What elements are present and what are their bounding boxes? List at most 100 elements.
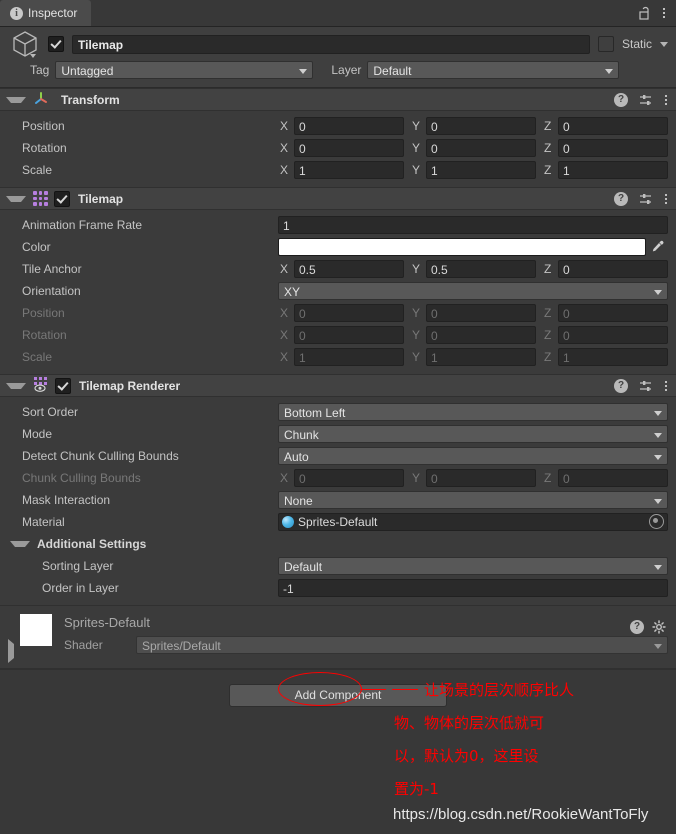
kebab-menu-icon[interactable] — [664, 380, 668, 391]
component-title: Transform — [61, 92, 120, 107]
rotation-z-input[interactable]: 0 — [558, 138, 668, 157]
orientation-position-z-input: 0 — [558, 303, 668, 322]
animation-frame-rate-input[interactable]: 1 — [278, 215, 668, 234]
help-icon[interactable]: ? — [614, 191, 628, 206]
row-chunk-culling-bounds: Chunk Culling Bounds X 0 Y 0 Z 0 — [8, 467, 668, 488]
orientation-scale-x-input: 1 — [294, 347, 404, 366]
component-header-transform[interactable]: Transform ? — [0, 88, 676, 111]
row-sorting-layer: Sorting Layer Default — [8, 555, 668, 576]
static-checkbox[interactable] — [597, 36, 614, 52]
scale-z-input[interactable]: 1 — [558, 160, 668, 179]
detect-chunk-culling-bounds-dropdown[interactable]: Auto — [278, 446, 668, 465]
help-icon[interactable]: ? — [614, 378, 628, 393]
help-icon[interactable]: ? — [630, 620, 644, 634]
material-foldout[interactable] — [8, 614, 20, 663]
axis-label-x: X — [280, 305, 289, 320]
row-rotation: Rotation X 0 Y 0 Z 0 — [8, 137, 668, 158]
tab-inspector[interactable]: i Inspector — [0, 0, 92, 26]
gameobject-name-input[interactable]: Tilemap — [72, 34, 590, 54]
axis-label-z: Z — [544, 305, 552, 320]
shader-label: Shader — [64, 638, 103, 652]
axis-label-z: Z — [544, 162, 552, 177]
sorting-layer-dropdown[interactable]: Default — [278, 556, 668, 575]
component-header-tilemap[interactable]: Tilemap ? — [0, 187, 676, 210]
preset-icon[interactable] — [639, 379, 653, 393]
foldout-additional-settings-icon[interactable] — [10, 540, 30, 547]
triangle-right-icon[interactable] — [8, 639, 14, 663]
tilemap-grid-icon — [33, 191, 48, 206]
inspector-tabbar: i Inspector — [0, 0, 676, 27]
row-order-in-layer: Order in Layer -1 — [8, 577, 668, 598]
tabbar-actions — [638, 0, 676, 26]
eyedropper-icon[interactable] — [646, 238, 668, 256]
color-swatch[interactable] — [278, 237, 646, 256]
material-object-field[interactable]: Sprites-Default — [278, 512, 668, 531]
shader-dropdown[interactable]: Sprites/Default — [136, 636, 668, 654]
position-y-input[interactable]: 0 — [426, 116, 536, 135]
scale-x-input[interactable]: 1 — [294, 160, 404, 179]
row-animation-frame-rate: Animation Frame Rate 1 — [8, 214, 668, 235]
axis-label-x: X — [280, 470, 289, 485]
row-orientation: Orientation XY — [8, 280, 668, 301]
orientation-dropdown[interactable]: XY — [278, 281, 668, 300]
row-detect-chunk-culling-bounds: Detect Chunk Culling Bounds Auto — [8, 445, 668, 466]
foldout-tilemap-icon[interactable] — [6, 195, 26, 202]
gear-icon[interactable] — [652, 620, 666, 634]
preset-icon[interactable] — [639, 93, 653, 107]
tag-dropdown[interactable]: Untagged — [55, 61, 314, 79]
lock-open-icon[interactable] — [638, 6, 652, 20]
rotation-x-input[interactable]: 0 — [294, 138, 404, 157]
row-color: Color — [8, 236, 668, 257]
kebab-menu-icon[interactable] — [664, 193, 668, 204]
orientation-position-y-input: 0 — [426, 303, 536, 322]
row-additional-settings[interactable]: Additional Settings — [8, 533, 668, 554]
tile-anchor-z-input[interactable]: 0 — [558, 259, 668, 278]
foldout-transform-icon[interactable] — [6, 96, 26, 103]
axis-label-x: X — [280, 261, 289, 276]
row-orientation-position: Position X 0 Y 0 Z 0 — [8, 302, 668, 323]
material-preview-block: Sprites-Default Shader Sprites/Default ? — [0, 605, 676, 669]
gameobject-enabled-checkbox[interactable] — [48, 36, 64, 52]
mode-dropdown[interactable]: Chunk — [278, 424, 668, 443]
object-picker-icon[interactable] — [649, 514, 664, 529]
tile-anchor-y-input[interactable]: 0.5 — [426, 259, 536, 278]
add-component-button[interactable]: Add Component — [229, 684, 447, 707]
row-label: Sort Order — [22, 404, 79, 419]
sort-order-dropdown[interactable]: Bottom Left — [278, 402, 668, 421]
material-preview-swatch — [20, 614, 52, 646]
scale-y-input[interactable]: 1 — [426, 160, 536, 179]
tile-anchor-x-input[interactable]: 0.5 — [294, 259, 404, 278]
row-position: Position X 0 Y 0 Z 0 — [8, 115, 668, 136]
layer-dropdown[interactable]: Default — [367, 61, 620, 79]
info-icon: i — [10, 6, 23, 20]
chunk-culling-bounds-y-input: 0 — [426, 468, 536, 487]
chunk-culling-bounds-x-input: 0 — [294, 468, 404, 487]
help-icon[interactable]: ? — [614, 92, 628, 107]
tilemap-enabled-checkbox[interactable] — [54, 190, 70, 207]
row-tile-anchor: Tile Anchor X 0.5 Y 0.5 Z 0 — [8, 258, 668, 279]
position-x-input[interactable]: 0 — [294, 116, 404, 135]
component-title: Tilemap Renderer — [79, 378, 181, 393]
transform-axis-icon — [33, 90, 49, 109]
row-mode: Mode Chunk — [8, 423, 668, 444]
axis-label-y: Y — [412, 118, 421, 133]
component-body-tilemap: Animation Frame Rate 1 Color Tile Anchor… — [0, 210, 676, 374]
static-dropdown-icon[interactable] — [660, 41, 668, 47]
mask-interaction-dropdown[interactable]: None — [278, 490, 668, 509]
kebab-menu-icon[interactable] — [664, 94, 668, 105]
axis-label-y: Y — [412, 140, 421, 155]
row-label: Material — [22, 514, 65, 529]
order-in-layer-input[interactable]: -1 — [278, 578, 668, 597]
foldout-tilemap-renderer-icon[interactable] — [6, 382, 26, 389]
annotation-line-2: 物、物体的层次低就可 — [394, 714, 545, 732]
tilemap-renderer-enabled-checkbox[interactable] — [55, 377, 71, 394]
row-label: Tile Anchor — [22, 261, 82, 276]
rotation-y-input[interactable]: 0 — [426, 138, 536, 157]
tag-label: Tag — [30, 63, 50, 77]
kebab-menu-icon[interactable] — [662, 8, 666, 18]
preset-icon[interactable] — [639, 192, 653, 206]
component-header-tilemap-renderer[interactable]: Tilemap Renderer ? — [0, 374, 676, 397]
row-label: Rotation — [22, 327, 67, 342]
position-z-input[interactable]: 0 — [558, 116, 668, 135]
tilemap-renderer-icon — [33, 376, 49, 395]
